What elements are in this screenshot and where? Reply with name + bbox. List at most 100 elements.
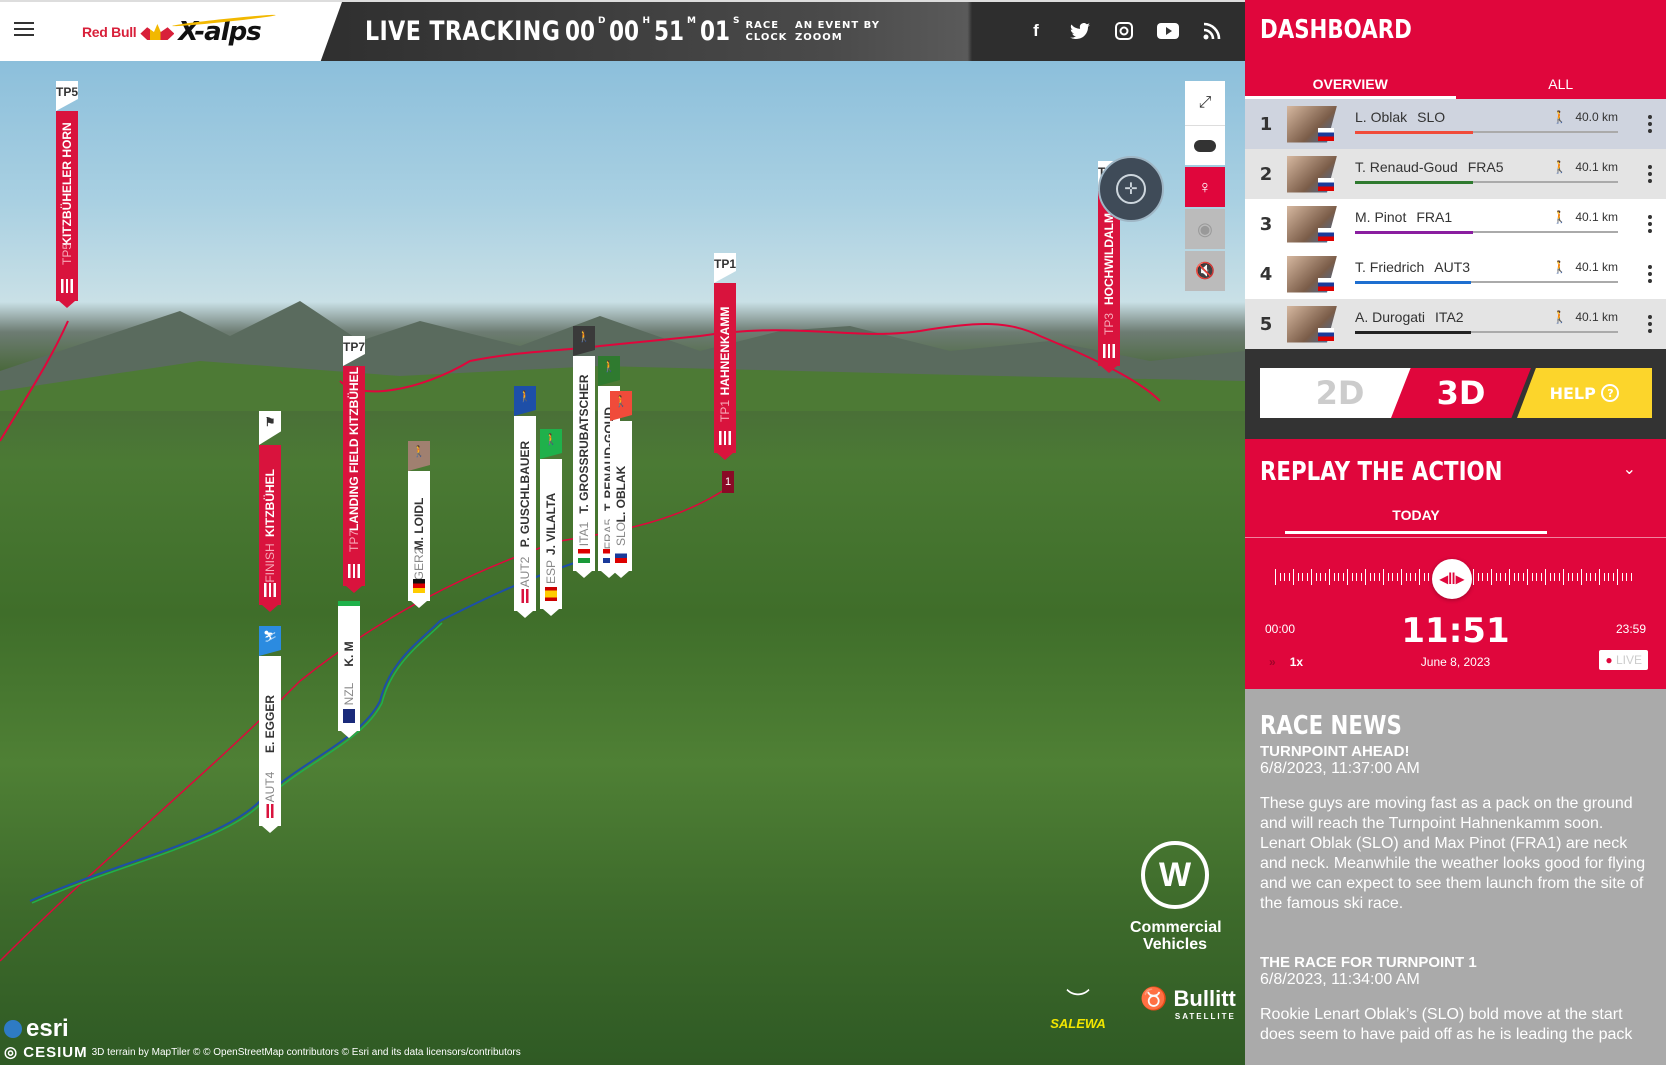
attribution-text[interactable]: 3D terrain by MapTiler © © OpenStreetMap… [92, 1047, 521, 1058]
fullscreen-button[interactable]: ⤢ [1185, 81, 1225, 125]
timeline-tick [1482, 573, 1483, 581]
athlete-team: FRA5 [1467, 159, 1504, 175]
timeline-tick [1590, 573, 1591, 581]
timeline-tick [1473, 569, 1474, 585]
timeline-tick [1549, 573, 1551, 581]
visibility-toggle[interactable]: ◉ [1185, 209, 1225, 249]
turnpoint-code: TP7 [347, 529, 361, 552]
salewa-logo[interactable]: ︶ SALEWA [1038, 981, 1118, 1031]
timeline-tick [1311, 569, 1312, 585]
vr-view-button[interactable] [1185, 125, 1225, 165]
turnpoint-tp1[interactable]: TP1 HAHNENKAMM TP1 [714, 253, 736, 460]
hiker-icon: 🚶 [573, 326, 595, 356]
live-button[interactable]: ● LIVE [1599, 650, 1648, 670]
timeline-tick [1509, 569, 1510, 585]
instagram-icon[interactable] [1113, 20, 1135, 42]
turnpoint-finish[interactable]: ⚑ KITZBÜHEL FINISH [259, 411, 281, 612]
hiking-icon: 🚶 [1552, 260, 1568, 274]
timeline-tick [1365, 569, 1366, 585]
timeline-tick [1315, 573, 1317, 581]
leaderboard-row[interactable]: 5 A. Durogati ITA2 🚶 40.1 km [1245, 299, 1666, 349]
bull-head-icon: ♉ [1140, 986, 1168, 1011]
hamburger-menu-icon[interactable] [14, 22, 34, 38]
news-item[interactable]: THE RACE FOR TURNPOINT 1 6/8/2023, 11:34… [1260, 954, 1651, 1045]
facebook-icon[interactable]: f [1025, 20, 1047, 42]
timeline-tick [1522, 573, 1524, 581]
athlete-marker-nzl[interactable]: K. M NZL [338, 601, 360, 738]
more-options-icon[interactable] [1648, 215, 1652, 236]
news-date: 6/8/2023, 11:34:00 AM [1260, 971, 1420, 988]
rss-icon[interactable] [1201, 20, 1223, 42]
more-options-icon[interactable] [1648, 315, 1652, 336]
vw-text-1: Commercial [1130, 919, 1222, 936]
more-options-icon[interactable] [1648, 165, 1652, 186]
progress-fill [1355, 331, 1471, 334]
bullitt-logo[interactable]: ♉ Bullitt SATELLITE [1140, 986, 1236, 1021]
timeline-tick [1279, 573, 1281, 581]
hiker-icon: 🚶 [514, 386, 536, 416]
timeline-tick [1545, 569, 1546, 585]
timeline-tick [1491, 569, 1492, 585]
brand-left: Red Bull [82, 24, 137, 40]
tab-all[interactable]: ALL [1456, 67, 1666, 99]
hiking-icon: 🚶 [1552, 160, 1568, 174]
austria-flag-icon [519, 589, 531, 603]
collapse-chevron-icon[interactable]: ⌄ [1623, 459, 1636, 479]
cesium-logo[interactable]: ◎ CESIUM [4, 1043, 88, 1061]
timeline-tick [1320, 573, 1321, 581]
timeline-tick [1342, 573, 1344, 581]
athlete-marker-guschlbauer[interactable]: 🚶 P. GUSCHLBAUER AUT2 [514, 386, 536, 618]
timeline-tick [1581, 569, 1582, 585]
turnpoint-tp7[interactable]: TP7 LANDING FIELD KITZBÜHEL TP7 [343, 336, 365, 593]
leaderboard-row[interactable]: 1 L. Oblak SLO 🚶 40.0 km [1245, 99, 1666, 149]
timeline-tick [1531, 573, 1533, 581]
leaderboard-row[interactable]: 2 T. Renaud-Goud FRA5 🚶 40.1 km [1245, 149, 1666, 199]
start-marker[interactable]: 1 [722, 471, 734, 493]
athlete-name: M. Pinot [1355, 209, 1407, 225]
clock-label-2: CLOCK [745, 32, 788, 43]
event-by[interactable]: AN EVENT BY ZOOOM [795, 20, 880, 44]
athlete-marker-grossrubatscher[interactable]: 🚶 T. GROSSRUBATSCHER ITA1 [573, 326, 595, 578]
timeline-tick [1405, 573, 1407, 581]
paraglider-view-button[interactable]: ♀ [1185, 167, 1225, 207]
live-label: LIVE [1615, 653, 1642, 667]
timeline-tick [1387, 573, 1389, 581]
help-button[interactable]: HELP ? [1517, 368, 1652, 418]
vw-sponsor-logo[interactable]: W Commercial Vehicles [1130, 841, 1222, 953]
athlete-name: L. Oblak [1355, 109, 1408, 125]
timeline-slider-handle[interactable]: ◂‖▸ [1431, 559, 1472, 599]
rank: 2 [1259, 163, 1273, 185]
progress-fill [1355, 231, 1474, 234]
athlete-marker-vilalta[interactable]: 🚶 J. VILALTA ESP [540, 429, 562, 616]
bullitt-subtext: SATELLITE [1174, 1012, 1236, 1021]
tab-today[interactable]: TODAY [1285, 507, 1547, 534]
brand-logo[interactable]: Red Bull X-alps [82, 14, 262, 50]
timeline-tick [1275, 569, 1276, 585]
news-item[interactable]: TURNPOINT AHEAD! 6/8/2023, 11:37:00 AM T… [1260, 743, 1651, 914]
austria-flag-icon [264, 583, 276, 597]
athlete-marker-oblak[interactable]: 🚶 L. OBLAK SLO [610, 391, 632, 578]
tab-overview[interactable]: OVERVIEW [1245, 67, 1456, 99]
mode-3d-button[interactable]: 3D [1391, 368, 1531, 418]
athlete-marker-egger[interactable]: ⛷ E. EGGER AUT4 [259, 626, 281, 833]
leaderboard-row[interactable]: 3 M. Pinot FRA1 🚶 40.1 km [1245, 199, 1666, 249]
more-options-icon[interactable] [1648, 115, 1652, 136]
news-body: Rookie Lenart Oblak’s (SLO) bold move at… [1260, 1006, 1633, 1043]
twitter-icon[interactable] [1069, 20, 1091, 42]
athlete-marker-loidl[interactable]: 🚶 M. LOIDL GER2 [408, 441, 430, 608]
mode-3d-label: 3D [1436, 374, 1486, 412]
3d-map-view[interactable]: TP5 KITZBÜHELER HORN TP5 TP7 LANDING FIEL… [0, 61, 1245, 1065]
athlete-code: AUT4 [263, 771, 277, 803]
bullitt-text: Bullitt [1173, 986, 1236, 1011]
more-options-icon[interactable] [1648, 265, 1652, 286]
finish-flag-icon: ⚑ [259, 411, 281, 445]
austria-flag-icon [348, 564, 360, 578]
compass-navigation[interactable]: ✛ [1098, 156, 1164, 222]
mute-toggle[interactable]: 🔇 [1185, 251, 1225, 291]
athlete-code: ESP [544, 559, 558, 584]
new-zealand-flag-icon [343, 709, 355, 723]
youtube-icon[interactable] [1157, 20, 1179, 42]
turnpoint-tp5[interactable]: TP5 KITZBÜHELER HORN TP5 [56, 81, 78, 308]
leaderboard-row[interactable]: 4 T. Friedrich AUT3 🚶 40.1 km [1245, 249, 1666, 299]
esri-logo[interactable]: esri [4, 1015, 521, 1043]
